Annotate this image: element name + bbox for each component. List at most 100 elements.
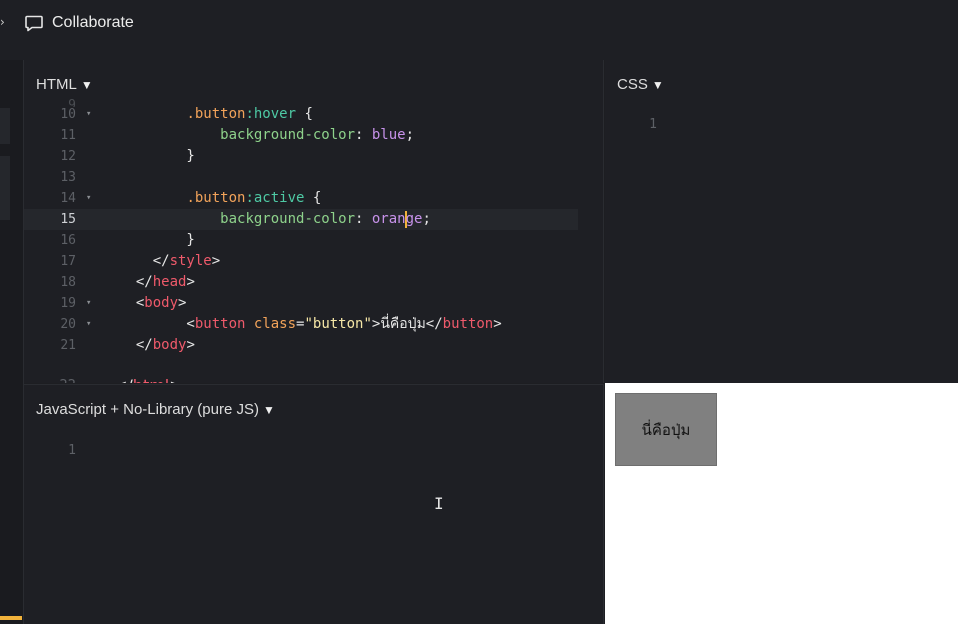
- code-token: >: [493, 316, 502, 332]
- line-number: 1: [68, 443, 76, 458]
- code-token: "button": [304, 316, 372, 332]
- code-token: {: [304, 190, 322, 206]
- code-token: >: [211, 253, 221, 269]
- code-token: class: [253, 316, 297, 332]
- sidebar-stub[interactable]: [0, 108, 10, 144]
- code-line[interactable]: 14 ▾ .button:active {: [24, 188, 603, 209]
- code-line[interactable]: 18 </head>: [24, 272, 603, 293]
- code-token: background-color: [220, 127, 356, 143]
- html-pane-title[interactable]: HTML ▼: [36, 76, 93, 93]
- code-line[interactable]: 20 ▾ <button class="button">นี่คือปุ่ม</b…: [24, 314, 603, 335]
- line-number: 22: [24, 377, 76, 383]
- code-token: blue: [371, 127, 406, 143]
- line-number: 10: [60, 107, 76, 122]
- text-cursor-icon: 𝙸: [434, 494, 444, 513]
- code-token: </: [119, 337, 153, 353]
- preview-button[interactable]: นี่คือปุ่ม: [615, 393, 717, 466]
- line-number: 11: [60, 128, 76, 143]
- code-token: }: [119, 148, 195, 164]
- line-number: 15: [60, 212, 76, 227]
- code-token: body: [144, 295, 179, 311]
- code-token: button: [442, 316, 494, 332]
- code-token: :: [355, 211, 372, 227]
- code-text: </body>: [119, 335, 195, 356]
- code-token: style: [169, 253, 212, 269]
- line-number: 17: [60, 254, 76, 269]
- fold-toggle-icon[interactable]: ▾: [86, 104, 91, 125]
- truncated-menu-icon[interactable]: ›: [0, 14, 4, 30]
- code-token: {: [296, 106, 313, 122]
- code-token: .button: [186, 106, 246, 122]
- html-editor-pane: HTML ▼ 9 10 ▾ .button:hover {11 backgroun…: [24, 60, 604, 383]
- code-token: >: [186, 337, 195, 353]
- code-text: <button class="button">นี่คือปุ่ม</butto…: [119, 314, 502, 335]
- code-text: background-color: orange;: [119, 209, 431, 230]
- code-token: :hover: [245, 106, 297, 122]
- code-line[interactable]: 19 ▾ <body>: [24, 293, 603, 314]
- js-pane-title[interactable]: JavaScript + No-Library (pure JS) ▼: [36, 401, 275, 418]
- fold-toggle-icon[interactable]: ▾: [86, 188, 91, 209]
- code-line[interactable]: 13: [24, 167, 603, 188]
- line-number: 13: [60, 170, 76, 185]
- top-bar: › Collaborate: [0, 0, 958, 60]
- code-text: .button:hover {: [119, 104, 313, 125]
- code-text: }: [119, 230, 195, 251]
- fold-toggle-icon[interactable]: ▾: [86, 293, 91, 314]
- left-sidebar: [0, 60, 24, 624]
- line-number: 20: [60, 317, 76, 332]
- code-text: }: [119, 146, 195, 167]
- line-number: 18: [60, 275, 76, 290]
- code-text: </style>: [119, 251, 220, 272]
- code-token: <: [119, 295, 145, 311]
- code-token: body: [152, 337, 187, 353]
- code-token: >: [169, 377, 182, 383]
- code-line[interactable]: 11 background-color: blue;: [24, 125, 603, 146]
- loading-progress-bar: [0, 616, 22, 620]
- code-token: .button: [186, 190, 246, 206]
- code-line[interactable]: 16 }: [24, 230, 603, 251]
- code-token: >: [178, 295, 187, 311]
- line-number: 12: [60, 149, 76, 164]
- chat-bubble-icon: [25, 15, 43, 32]
- code-line[interactable]: 12 }: [24, 146, 603, 167]
- result-preview-pane: นี่คือปุ่ม: [605, 383, 958, 624]
- code-line[interactable]: 17 </style>: [24, 251, 603, 272]
- code-token: >: [186, 274, 195, 290]
- html-code-editor[interactable]: 10 ▾ .button:hover {11 background-color: …: [24, 104, 603, 356]
- code-text: .button:active {: [119, 188, 321, 209]
- line-number: 1: [649, 117, 657, 132]
- code-line[interactable]: 15 background-color: orange;: [24, 209, 578, 230]
- code-text: <body>: [119, 293, 187, 314]
- js-editor-pane[interactable]: JavaScript + No-Library (pure JS) ▼ 1 𝙸: [24, 384, 604, 624]
- line-number: 21: [60, 338, 76, 353]
- css-pane-label: CSS: [617, 76, 648, 93]
- code-text: background-color: blue;: [119, 125, 414, 146]
- partial-code-line: 22 </html>: [24, 377, 603, 383]
- code-token: }: [119, 232, 195, 248]
- line-number: 19: [60, 296, 76, 311]
- code-line: 22 </html>: [24, 377, 603, 383]
- code-line[interactable]: 21 </body>: [24, 335, 603, 356]
- code-token: :: [355, 127, 372, 143]
- css-pane-title[interactable]: CSS ▼: [617, 76, 664, 93]
- sidebar-stub[interactable]: [0, 156, 10, 220]
- dropdown-caret-icon: ▼: [651, 77, 664, 92]
- fold-toggle-icon[interactable]: ▾: [86, 314, 91, 335]
- code-token: oran: [371, 211, 406, 227]
- collaborate-button[interactable]: Collaborate: [24, 10, 134, 36]
- code-text: </head>: [119, 272, 195, 293]
- code-token: :active: [245, 190, 305, 206]
- js-pane-label: JavaScript + No-Library (pure JS): [36, 401, 259, 418]
- code-token: ge: [405, 211, 423, 227]
- code-text: </html>: [114, 377, 183, 383]
- code-token: ;: [405, 127, 415, 143]
- code-line[interactable]: 10 ▾ .button:hover {: [24, 104, 603, 125]
- code-token: </: [119, 253, 170, 269]
- code-token: button: [194, 316, 246, 332]
- code-token: </: [114, 377, 133, 383]
